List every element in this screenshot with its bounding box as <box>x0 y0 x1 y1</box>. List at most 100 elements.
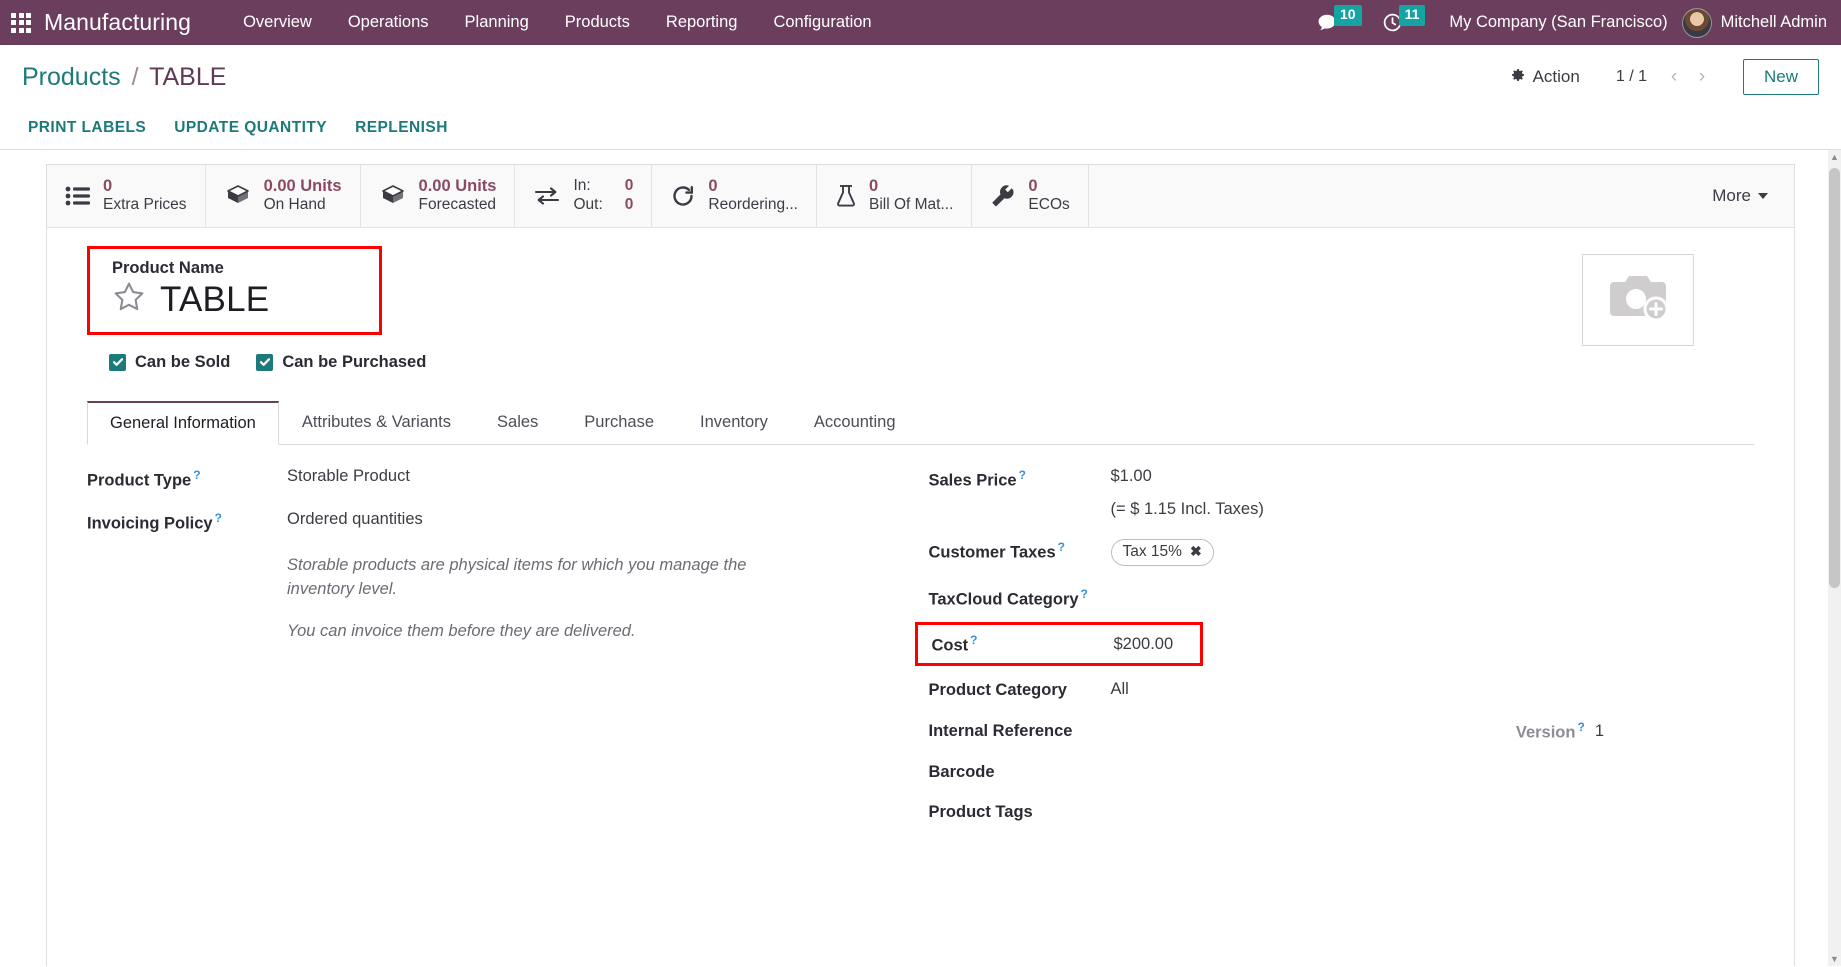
record-pager: 1 / 1 ‹ › <box>1616 64 1715 90</box>
menu-item-products[interactable]: Products <box>547 0 648 45</box>
help-tooltip-icon[interactable]: ? <box>1019 468 1026 482</box>
stat-button-on-hand[interactable]: 0.00 Units On Hand <box>206 165 361 227</box>
vertical-scrollbar[interactable]: ▲ ▼ <box>1828 150 1841 966</box>
field-label: Barcode <box>928 763 995 782</box>
field-value[interactable]: Storable Product <box>287 467 410 486</box>
stat-out-value: 0 <box>624 195 634 213</box>
pager-value: 1 / 1 <box>1615 68 1647 85</box>
scroll-up-arrow[interactable]: ▲ <box>1828 150 1841 164</box>
product-image-upload[interactable] <box>1582 253 1694 346</box>
apps-grid-icon[interactable] <box>8 10 34 36</box>
field-value[interactable]: Ordered quantities <box>287 510 423 529</box>
field-customer-taxes: Customer Taxes? Tax 15% ✖ <box>929 538 1755 566</box>
product-name-label: Product Name <box>112 258 224 277</box>
star-outline-icon[interactable] <box>112 280 146 319</box>
checkbox-can-be-sold[interactable]: Can be Sold <box>109 353 230 372</box>
stat-value: 0.00 Units <box>418 177 497 195</box>
stat-button-bill-of-materials[interactable]: 0 Bill Of Mat... <box>817 165 973 227</box>
stat-button-extra-prices[interactable]: 0 Extra Prices <box>47 165 206 227</box>
chevron-down-icon <box>1758 192 1768 199</box>
stat-button-ecos[interactable]: 0 ECOs <box>972 165 1089 227</box>
breadcrumb-separator: / <box>131 62 139 91</box>
activities-button[interactable]: 11 <box>1372 0 1436 45</box>
more-stat-buttons-dropdown[interactable]: More <box>1712 186 1768 206</box>
company-switcher[interactable]: My Company (San Francisco) <box>1435 13 1681 32</box>
menu-item-overview[interactable]: Overview <box>225 0 330 45</box>
stat-button-reordering[interactable]: 0 Reordering... <box>652 165 817 227</box>
help-tooltip-icon[interactable]: ? <box>215 511 222 525</box>
menu-item-reporting[interactable]: Reporting <box>648 0 756 45</box>
help-tooltip-icon[interactable]: ? <box>970 633 977 647</box>
tab-accounting[interactable]: Accounting <box>791 401 919 445</box>
product-type-help-text-2: You can invoice them before they are del… <box>287 621 636 640</box>
help-tooltip-icon[interactable]: ? <box>1081 587 1088 601</box>
scroll-down-arrow[interactable]: ▼ <box>1828 952 1841 966</box>
stat-value: 0 <box>708 177 718 195</box>
breadcrumb-current: TABLE <box>149 62 227 91</box>
stat-value: 0 <box>1028 177 1038 195</box>
help-tooltip-icon[interactable]: ? <box>193 468 200 482</box>
stat-value: 0.00 Units <box>263 177 342 195</box>
scrollbar-thumb[interactable] <box>1829 168 1840 588</box>
replenish-button[interactable]: REPLENISH <box>341 113 462 143</box>
tax-tag[interactable]: Tax 15% ✖ <box>1110 538 1214 566</box>
camera-add-icon <box>1605 271 1671 328</box>
cube-icon <box>224 184 252 208</box>
product-name-highlight: Product Name TABLE <box>87 245 383 335</box>
stat-value: 0 <box>103 177 113 195</box>
stat-button-forecasted[interactable]: 0.00 Units Forecasted <box>361 165 516 227</box>
checkbox-label: Can be Purchased <box>282 352 427 371</box>
menu-item-configuration[interactable]: Configuration <box>755 0 889 45</box>
stat-label: On Hand <box>263 196 326 214</box>
cost-value[interactable]: $200.00 <box>1114 635 1174 654</box>
list-icon <box>65 185 91 207</box>
title-block: Product Name TABLE Can be Sold Can be Pu… <box>47 228 1794 372</box>
stat-out-label: Out: <box>573 195 603 213</box>
app-brand-title[interactable]: Manufacturing <box>44 9 191 36</box>
field-label: TaxCloud Category? <box>928 586 1088 609</box>
tab-sales[interactable]: Sales <box>474 401 561 445</box>
field-label: Product Tags <box>928 803 1033 822</box>
breadcrumb: Products / TABLE <box>22 63 226 92</box>
gear-icon <box>1510 67 1526 88</box>
new-button[interactable]: New <box>1742 59 1819 95</box>
field-label: Internal Reference <box>928 722 1073 740</box>
close-x-icon[interactable]: ✖ <box>1190 543 1202 560</box>
messages-button[interactable]: 10 <box>1306 0 1372 45</box>
refresh-icon <box>670 184 696 208</box>
action-menu-button[interactable]: Action <box>1500 63 1590 92</box>
menu-item-operations[interactable]: Operations <box>330 0 447 45</box>
field-label: Product Type? <box>87 467 201 490</box>
menu-item-planning[interactable]: Planning <box>447 0 547 45</box>
sales-price-value[interactable]: $1.00 <box>1111 467 1264 486</box>
top-navigation-bar: Manufacturing Overview Operations Planni… <box>0 0 1841 45</box>
checkbox-checked-icon <box>109 353 126 371</box>
chevron-left-icon[interactable]: ‹ <box>1661 64 1687 90</box>
field-label: Invoicing Policy? <box>87 511 222 533</box>
field-sales-price: Sales Price? $1.00 (= $ 1.15 Incl. Taxes… <box>929 467 1755 519</box>
tab-general-information[interactable]: General Information <box>87 400 279 445</box>
product-name-value[interactable]: TABLE <box>160 280 269 320</box>
stat-button-bar: 0 Extra Prices 0.00 Units On Hand 0.00 U… <box>47 165 1794 228</box>
help-tooltip-icon[interactable]: ? <box>1058 540 1065 554</box>
control-panel: Products / TABLE Action 1 / 1 ‹ › New PR… <box>0 45 1841 150</box>
breadcrumb-root[interactable]: Products <box>22 63 121 91</box>
tab-attributes-variants[interactable]: Attributes & Variants <box>279 401 474 445</box>
field-label: Cost? <box>931 633 978 655</box>
user-menu[interactable]: Mitchell Admin <box>1721 13 1827 32</box>
tab-inventory[interactable]: Inventory <box>677 401 791 445</box>
main-menu: Overview Operations Planning Products Re… <box>225 0 890 45</box>
form-scroll-area: 0 Extra Prices 0.00 Units On Hand 0.00 U… <box>0 150 1841 966</box>
update-quantity-button[interactable]: UPDATE QUANTITY <box>160 113 341 143</box>
chevron-right-icon[interactable]: › <box>1689 64 1715 90</box>
help-tooltip-icon[interactable]: ? <box>1577 720 1584 734</box>
checkbox-can-be-purchased[interactable]: Can be Purchased <box>256 353 426 372</box>
print-labels-button[interactable]: PRINT LABELS <box>22 113 160 143</box>
field-value[interactable]: All <box>1111 680 1129 699</box>
cost-highlight: Cost? $200.00 <box>914 622 1203 666</box>
product-flags: Can be Sold Can be Purchased <box>109 353 1582 372</box>
tab-purchase[interactable]: Purchase <box>561 401 677 445</box>
stat-button-in-out[interactable]: In: 0 Out: 0 <box>515 165 653 227</box>
more-label: More <box>1712 185 1751 205</box>
avatar[interactable] <box>1681 7 1712 38</box>
